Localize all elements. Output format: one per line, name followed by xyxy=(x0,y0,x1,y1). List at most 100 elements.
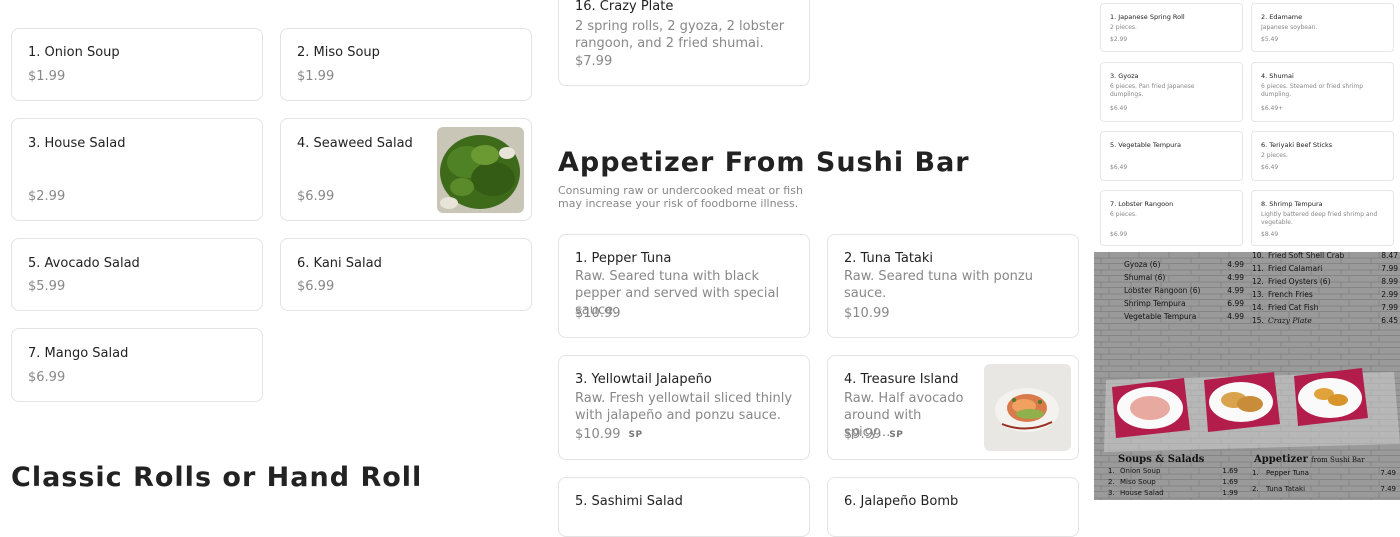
board-left-list: Gyoza (6) 4.99 Shumai (6) 4.99 Lobster Ran… xyxy=(1124,258,1244,323)
spicy-badge: SP xyxy=(628,429,643,440)
menu-item-card[interactable]: 7. Lobster Rangoon 6 pieces. $6.99 xyxy=(1100,190,1243,246)
item-name: 5. Vegetable Tempura xyxy=(1110,141,1181,149)
item-description: 6 pieces. xyxy=(1110,211,1137,218)
board-row: 12. Fried Oysters (6) 8.99 xyxy=(1252,277,1398,286)
item-price-value: $10.99 xyxy=(575,427,621,442)
item-name: 1. Japanese Spring Roll xyxy=(1110,13,1185,21)
item-price: $7.99 xyxy=(575,54,613,69)
item-name: 3. Gyoza xyxy=(1110,72,1139,80)
menu-item-card[interactable]: 3. House Salad $2.99 xyxy=(11,118,263,221)
item-price: $6.99 xyxy=(297,189,335,204)
menu-item-card[interactable]: 6. Kani Salad $6.99 xyxy=(280,238,532,311)
item-name: 4. Seaweed Salad xyxy=(297,136,413,151)
board-row: 1. Onion Soup 1.69 xyxy=(1108,467,1238,475)
item-name: 2. Tuna Tataki xyxy=(844,251,934,266)
menu-item-card[interactable]: 2. Miso Soup $1.99 xyxy=(280,28,532,101)
menu-item-card[interactable]: 1. Pepper Tuna Raw. Seared tuna with bla… xyxy=(558,234,810,338)
item-name: 2. Miso Soup xyxy=(297,45,380,60)
menu-item-card[interactable]: 1. Onion Soup $1.99 xyxy=(11,28,263,101)
item-description: Japanese soybean. xyxy=(1261,24,1318,31)
item-name: 3. Yellowtail Jalapeño xyxy=(575,372,712,387)
menu-item-card[interactable]: 4. Shumai 6 pieces. Steamed or fried shr… xyxy=(1251,62,1394,122)
item-name: 5. Avocado Salad xyxy=(28,256,140,271)
board-soups-list: 1. Onion Soup 1.69 2. Miso Soup 1.69 3. House… xyxy=(1108,466,1238,499)
item-name: 8. Shrimp Tempura xyxy=(1261,200,1323,208)
menu-item-card[interactable]: 8. Shrimp Tempura Lightly battered deep … xyxy=(1251,190,1394,246)
menu-item-card[interactable]: 5. Sashimi Salad xyxy=(558,477,810,537)
item-price: $5.49 xyxy=(1261,36,1279,43)
item-price: $6.49 xyxy=(1110,105,1128,112)
board-appetizer-heading: Appetizer from Sushi Bar xyxy=(1254,454,1365,465)
item-price: $2.99 xyxy=(1110,36,1128,43)
menu-item-card[interactable]: 1. Japanese Spring Roll 2 pieces. $2.99 xyxy=(1100,3,1243,52)
spicy-badge: SP xyxy=(889,429,904,440)
item-price: $10.99 SP xyxy=(575,427,643,442)
item-description: 2 pieces. xyxy=(1261,152,1288,159)
menu-item-card[interactable]: 3. Gyoza 6 pieces. Pan fried Japanese du… xyxy=(1100,62,1243,122)
item-description: Raw. Fresh yellowtail sliced thinly with… xyxy=(575,391,793,423)
item-price-value: $9.99 xyxy=(844,427,882,442)
item-price: $2.99 xyxy=(28,189,66,204)
item-price: $1.99 xyxy=(297,69,335,84)
item-price: $6.49+ xyxy=(1261,105,1284,112)
menu-item-card[interactable]: 4. Seaweed Salad $6.99 xyxy=(280,118,532,221)
item-price: $6.99 xyxy=(1110,231,1128,238)
item-price: $6.49 xyxy=(1110,164,1128,171)
item-name: 6. Kani Salad xyxy=(297,256,382,271)
item-price: $1.99 xyxy=(28,69,66,84)
item-description: 6 pieces. Pan fried Japanese dumplings. xyxy=(1110,83,1195,98)
menu-board-photo: Gyoza (6) 4.99 Shumai (6) 4.99 Lobster Ran… xyxy=(1094,252,1400,500)
board-row: 11. Fried Calamari 7.99 xyxy=(1252,264,1398,273)
item-price: $9.99 SP xyxy=(844,427,903,442)
board-row: 3. House Salad 1.99 xyxy=(1108,489,1238,497)
menu-item-card[interactable]: 5. Vegetable Tempura $6.49 xyxy=(1100,131,1243,181)
item-name: 4. Treasure Island xyxy=(844,372,959,387)
treasure-island-photo xyxy=(984,364,1071,451)
board-row: Vegetable Tempura 4.99 xyxy=(1124,312,1244,321)
board-row: 10. Fried Soft Shell Crab 8.47 xyxy=(1252,252,1398,260)
menu-item-card[interactable]: 3. Yellowtail Jalapeño Raw. Fresh yellow… xyxy=(558,355,810,460)
item-name: 6. Jalapeño Bomb xyxy=(844,494,959,509)
item-price: $10.99 xyxy=(575,306,621,321)
item-price: $6.49 xyxy=(1261,164,1279,171)
item-description: Lightly battered deep fried shrimp and v… xyxy=(1261,211,1378,226)
item-name: 5. Sashimi Salad xyxy=(575,494,683,509)
item-name: 6. Teriyaki Beef Sticks xyxy=(1261,141,1333,149)
item-description: Raw. Seared tuna with ponzu sauce. xyxy=(844,269,1033,301)
section-heading-sushi-bar: Appetizer From Sushi Bar xyxy=(558,147,970,178)
item-price: $6.99 xyxy=(28,370,66,385)
board-right-list: 10. Fried Soft Shell Crab 8.47 11. Fried Ca… xyxy=(1252,252,1398,327)
item-name: 2. Edamame xyxy=(1261,13,1303,21)
menu-item-card[interactable]: 6. Teriyaki Beef Sticks 2 pieces. $6.49 xyxy=(1251,131,1394,181)
item-description: 2 pieces. xyxy=(1110,24,1137,31)
board-row: 2. Tuna Tataki 7.49 xyxy=(1252,485,1396,493)
menu-item-card[interactable]: 5. Avocado Salad $5.99 xyxy=(11,238,263,311)
raw-food-warning: Consuming raw or undercooked meat or fis… xyxy=(558,184,803,210)
menu-item-card[interactable]: 6. Jalapeño Bomb xyxy=(827,477,1079,537)
board-appetizer-list: 1. Pepper Tuna 7.49 2. Tuna Tataki 7.49 xyxy=(1252,468,1396,495)
board-row: Gyoza (6) 4.99 xyxy=(1124,260,1244,269)
item-name: 4. Shumai xyxy=(1261,72,1294,80)
menu-item-card[interactable]: 2. Tuna Tataki Raw. Seared tuna with pon… xyxy=(827,234,1079,338)
board-row: 2. Miso Soup 1.69 xyxy=(1108,478,1238,486)
item-price: $8.49 xyxy=(1261,231,1279,238)
item-name: 16. Crazy Plate xyxy=(575,0,674,14)
item-name: 3. House Salad xyxy=(28,136,126,151)
seaweed-salad-photo xyxy=(437,127,524,213)
item-price: $10.99 xyxy=(844,306,890,321)
board-row: Shumai (6) 4.99 xyxy=(1124,273,1244,282)
menu-item-card[interactable]: 16. Crazy Plate 2 spring rolls, 2 gyoza,… xyxy=(558,0,810,86)
menu-item-card[interactable]: 2. Edamame Japanese soybean. $5.49 xyxy=(1251,3,1394,52)
item-price: $6.99 xyxy=(297,279,335,294)
menu-item-card[interactable]: 7. Mango Salad $6.99 xyxy=(11,328,263,402)
board-row: 14. Fried Cat Fish 7.99 xyxy=(1252,303,1398,312)
board-row: 1. Pepper Tuna 7.49 xyxy=(1252,469,1396,477)
menu-item-card[interactable]: 4. Treasure Island Raw. Half avocado aro… xyxy=(827,355,1079,460)
item-name: 7. Lobster Rangoon xyxy=(1110,200,1174,208)
item-name: 1. Onion Soup xyxy=(28,45,120,60)
item-price: $5.99 xyxy=(28,279,66,294)
board-soups-heading: Soups & Salads xyxy=(1118,454,1205,465)
board-row: 13. French Fries 2.99 xyxy=(1252,290,1398,299)
section-heading-classic-rolls: Classic Rolls or Hand Roll xyxy=(11,462,423,493)
board-row: Lobster Rangoon (6) 4.99 xyxy=(1124,286,1244,295)
